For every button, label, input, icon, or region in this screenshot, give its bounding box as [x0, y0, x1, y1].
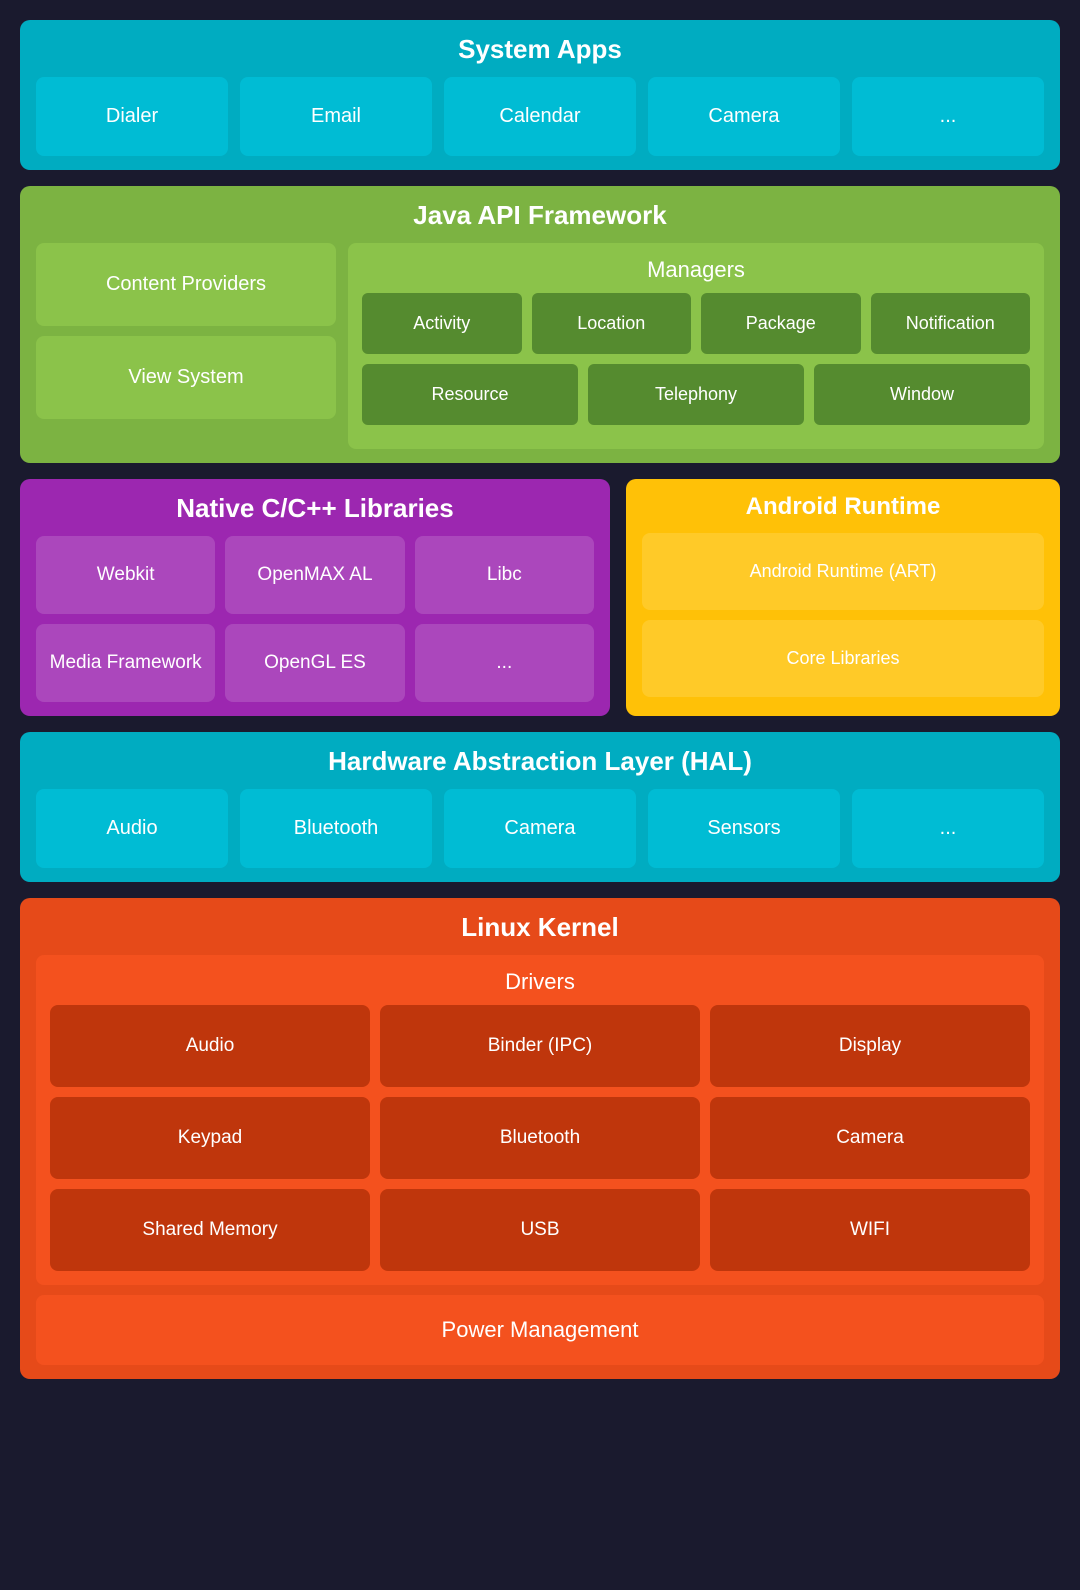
app-more: ...: [852, 77, 1044, 156]
manager-resource: Resource: [362, 364, 578, 425]
driver-camera: Camera: [710, 1097, 1030, 1179]
drivers-section: Drivers Audio Binder (IPC) Display Keypa…: [36, 955, 1044, 1285]
hal-more: ...: [852, 789, 1044, 868]
manager-notification: Notification: [871, 293, 1031, 354]
system-apps-title: System Apps: [36, 34, 1044, 65]
content-providers-box: Content Providers: [36, 243, 336, 326]
native-libs-title: Native C/C++ Libraries: [36, 493, 594, 524]
native-runtime-row: Native C/C++ Libraries Webkit OpenMAX AL…: [20, 479, 1060, 716]
managers-title: Managers: [362, 257, 1030, 283]
drivers-grid: Audio Binder (IPC) Display Keypad Blueto…: [50, 1005, 1030, 1271]
hal-title: Hardware Abstraction Layer (HAL): [36, 746, 1044, 777]
hal-bluetooth: Bluetooth: [240, 789, 432, 868]
manager-window: Window: [814, 364, 1030, 425]
hal-layer: Hardware Abstraction Layer (HAL) Audio B…: [20, 732, 1060, 882]
driver-wifi: WIFI: [710, 1189, 1030, 1271]
native-opengl: OpenGL ES: [225, 624, 404, 702]
hal-camera: Camera: [444, 789, 636, 868]
java-api-inner: Content Providers View System Managers A…: [36, 243, 1044, 449]
native-webkit: Webkit: [36, 536, 215, 614]
java-api-left: Content Providers View System: [36, 243, 336, 449]
driver-bluetooth: Bluetooth: [380, 1097, 700, 1179]
managers-row-2: Resource Telephony Window: [362, 364, 1030, 425]
linux-kernel-title: Linux Kernel: [36, 912, 1044, 943]
manager-telephony: Telephony: [588, 364, 804, 425]
android-runtime-title: Android Runtime: [642, 493, 1044, 521]
manager-package: Package: [701, 293, 861, 354]
driver-display: Display: [710, 1005, 1030, 1087]
managers-row-1: Activity Location Package Notification: [362, 293, 1030, 354]
native-libs-layer: Native C/C++ Libraries Webkit OpenMAX AL…: [20, 479, 610, 716]
driver-keypad: Keypad: [50, 1097, 370, 1179]
drivers-title: Drivers: [50, 969, 1030, 995]
app-email: Email: [240, 77, 432, 156]
android-runtime-layer: Android Runtime Android Runtime (ART) Co…: [626, 479, 1060, 716]
app-dialer: Dialer: [36, 77, 228, 156]
hal-sensors: Sensors: [648, 789, 840, 868]
native-openmax: OpenMAX AL: [225, 536, 404, 614]
power-management-box: Power Management: [36, 1295, 1044, 1365]
driver-usb: USB: [380, 1189, 700, 1271]
native-grid: Webkit OpenMAX AL Libc Media Framework O…: [36, 536, 594, 702]
driver-audio: Audio: [50, 1005, 370, 1087]
native-more: ...: [415, 624, 594, 702]
hal-audio: Audio: [36, 789, 228, 868]
driver-shared-memory: Shared Memory: [50, 1189, 370, 1271]
hal-grid: Audio Bluetooth Camera Sensors ...: [36, 789, 1044, 868]
java-api-title: Java API Framework: [36, 200, 1044, 231]
manager-activity: Activity: [362, 293, 522, 354]
app-camera: Camera: [648, 77, 840, 156]
driver-binder-ipc: Binder (IPC): [380, 1005, 700, 1087]
view-system-box: View System: [36, 336, 336, 419]
app-calendar: Calendar: [444, 77, 636, 156]
runtime-grid: Android Runtime (ART) Core Libraries: [642, 533, 1044, 697]
native-media-framework: Media Framework: [36, 624, 215, 702]
runtime-art: Android Runtime (ART): [642, 533, 1044, 610]
native-libc: Libc: [415, 536, 594, 614]
manager-location: Location: [532, 293, 692, 354]
linux-kernel-layer: Linux Kernel Drivers Audio Binder (IPC) …: [20, 898, 1060, 1379]
system-apps-grid: Dialer Email Calendar Camera ...: [36, 77, 1044, 156]
system-apps-layer: System Apps Dialer Email Calendar Camera…: [20, 20, 1060, 170]
java-api-layer: Java API Framework Content Providers Vie…: [20, 186, 1060, 463]
runtime-core-libs: Core Libraries: [642, 620, 1044, 697]
managers-section: Managers Activity Location Package Notif…: [348, 243, 1044, 449]
